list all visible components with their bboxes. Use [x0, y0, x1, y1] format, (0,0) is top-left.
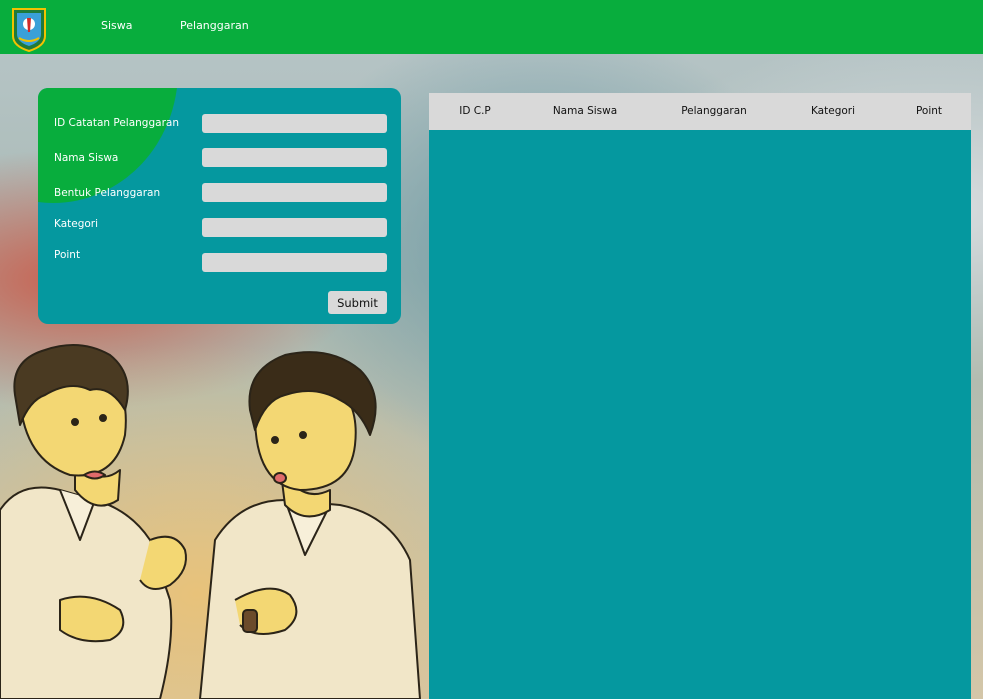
- label-nama-siswa: Nama Siswa: [54, 152, 119, 164]
- kategori-input[interactable]: [202, 218, 387, 237]
- column-header-nama-siswa[interactable]: Nama Siswa: [553, 105, 617, 117]
- right-student-figure: [199, 351, 421, 699]
- id-catatan-input[interactable]: [202, 114, 387, 133]
- decorative-green-blob: [38, 88, 178, 203]
- column-header-point[interactable]: Point: [916, 105, 942, 117]
- column-header-kategori[interactable]: Kategori: [811, 105, 855, 117]
- column-header-pelanggaran[interactable]: Pelanggaran: [681, 105, 747, 117]
- students-illustration: [0, 344, 421, 699]
- label-point: Point: [54, 249, 81, 261]
- column-header-id-cp[interactable]: ID C.P: [459, 105, 491, 117]
- nav-link-pelanggaran[interactable]: Pelanggaran: [180, 19, 249, 32]
- nav-link-siswa[interactable]: Siswa: [101, 19, 133, 32]
- violation-form: ID Catatan Pelanggaran Nama Siswa Bentuk…: [38, 88, 401, 324]
- label-id-catatan: ID Catatan Pelanggaran: [54, 117, 179, 129]
- bentuk-pelanggaran-input[interactable]: [202, 183, 387, 202]
- violations-table: ID C.P Nama Siswa Pelanggaran Kategori P…: [429, 93, 971, 699]
- left-student-figure: [0, 344, 187, 699]
- label-kategori: Kategori: [54, 218, 99, 230]
- regional-emblem-logo[interactable]: [10, 6, 48, 52]
- top-navbar: Siswa Pelanggaran: [0, 0, 983, 54]
- nama-siswa-input[interactable]: [202, 148, 387, 167]
- table-header: ID C.P Nama Siswa Pelanggaran Kategori P…: [429, 93, 971, 130]
- label-bentuk-pelanggaran: Bentuk Pelanggaran: [54, 187, 161, 199]
- point-input[interactable]: [202, 253, 387, 272]
- submit-button[interactable]: Submit: [328, 291, 387, 314]
